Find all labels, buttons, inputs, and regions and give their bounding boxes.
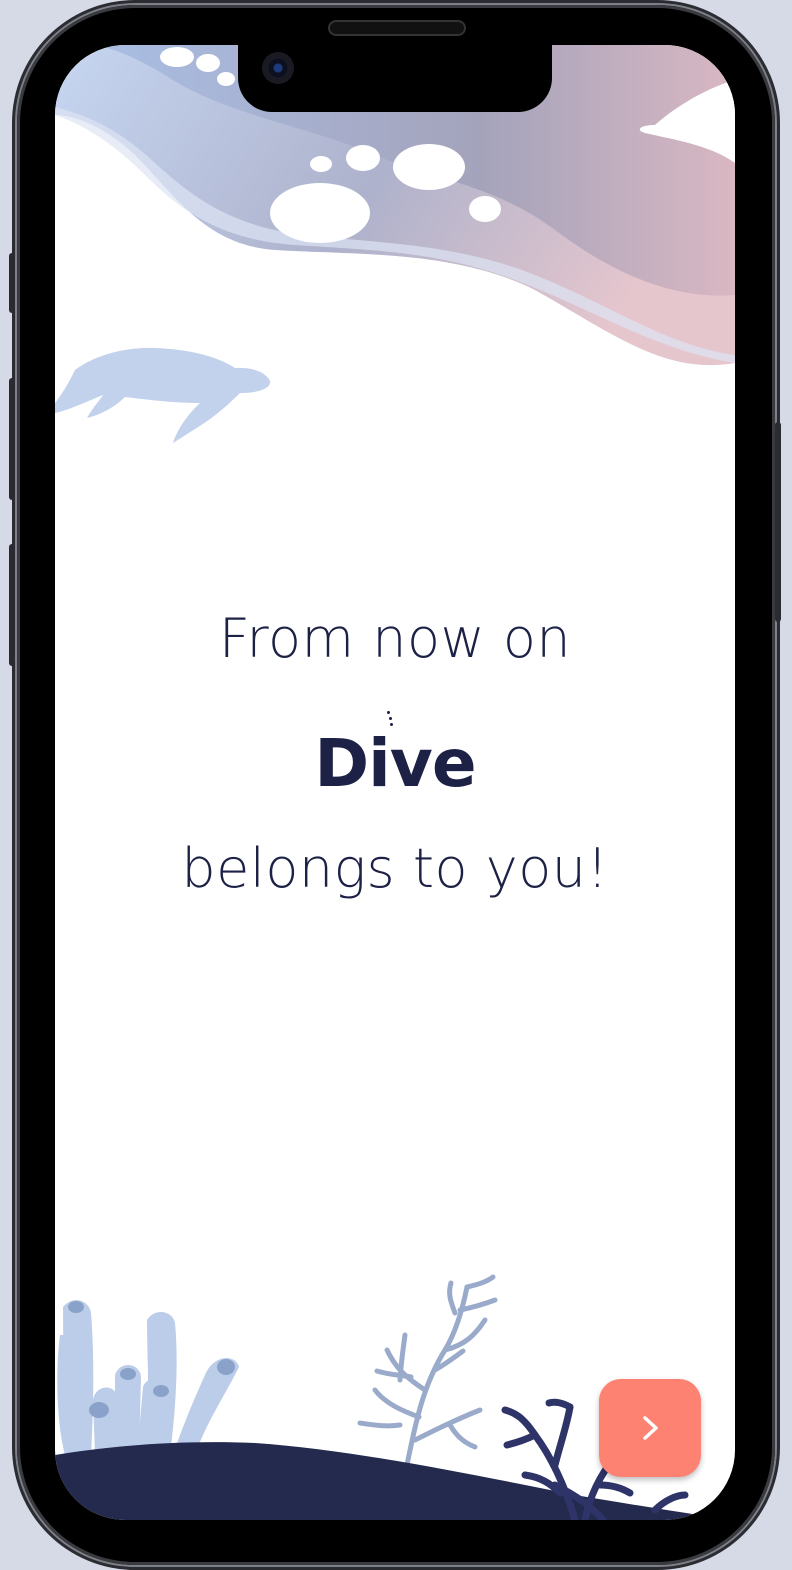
side-button-volume-down — [9, 544, 15, 666]
front-camera-icon — [262, 52, 294, 84]
seabed-decoration — [55, 1274, 735, 1520]
earpiece-speaker — [328, 20, 466, 36]
next-button[interactable] — [599, 1379, 701, 1477]
app-screen: From now on Dive belongs to you! — [55, 45, 735, 1520]
chevron-right-icon — [643, 1416, 658, 1440]
coral-decoration — [57, 1274, 498, 1468]
side-button-power — [775, 422, 781, 622]
side-button-volume-up — [9, 378, 15, 500]
side-button-silent — [9, 253, 15, 313]
